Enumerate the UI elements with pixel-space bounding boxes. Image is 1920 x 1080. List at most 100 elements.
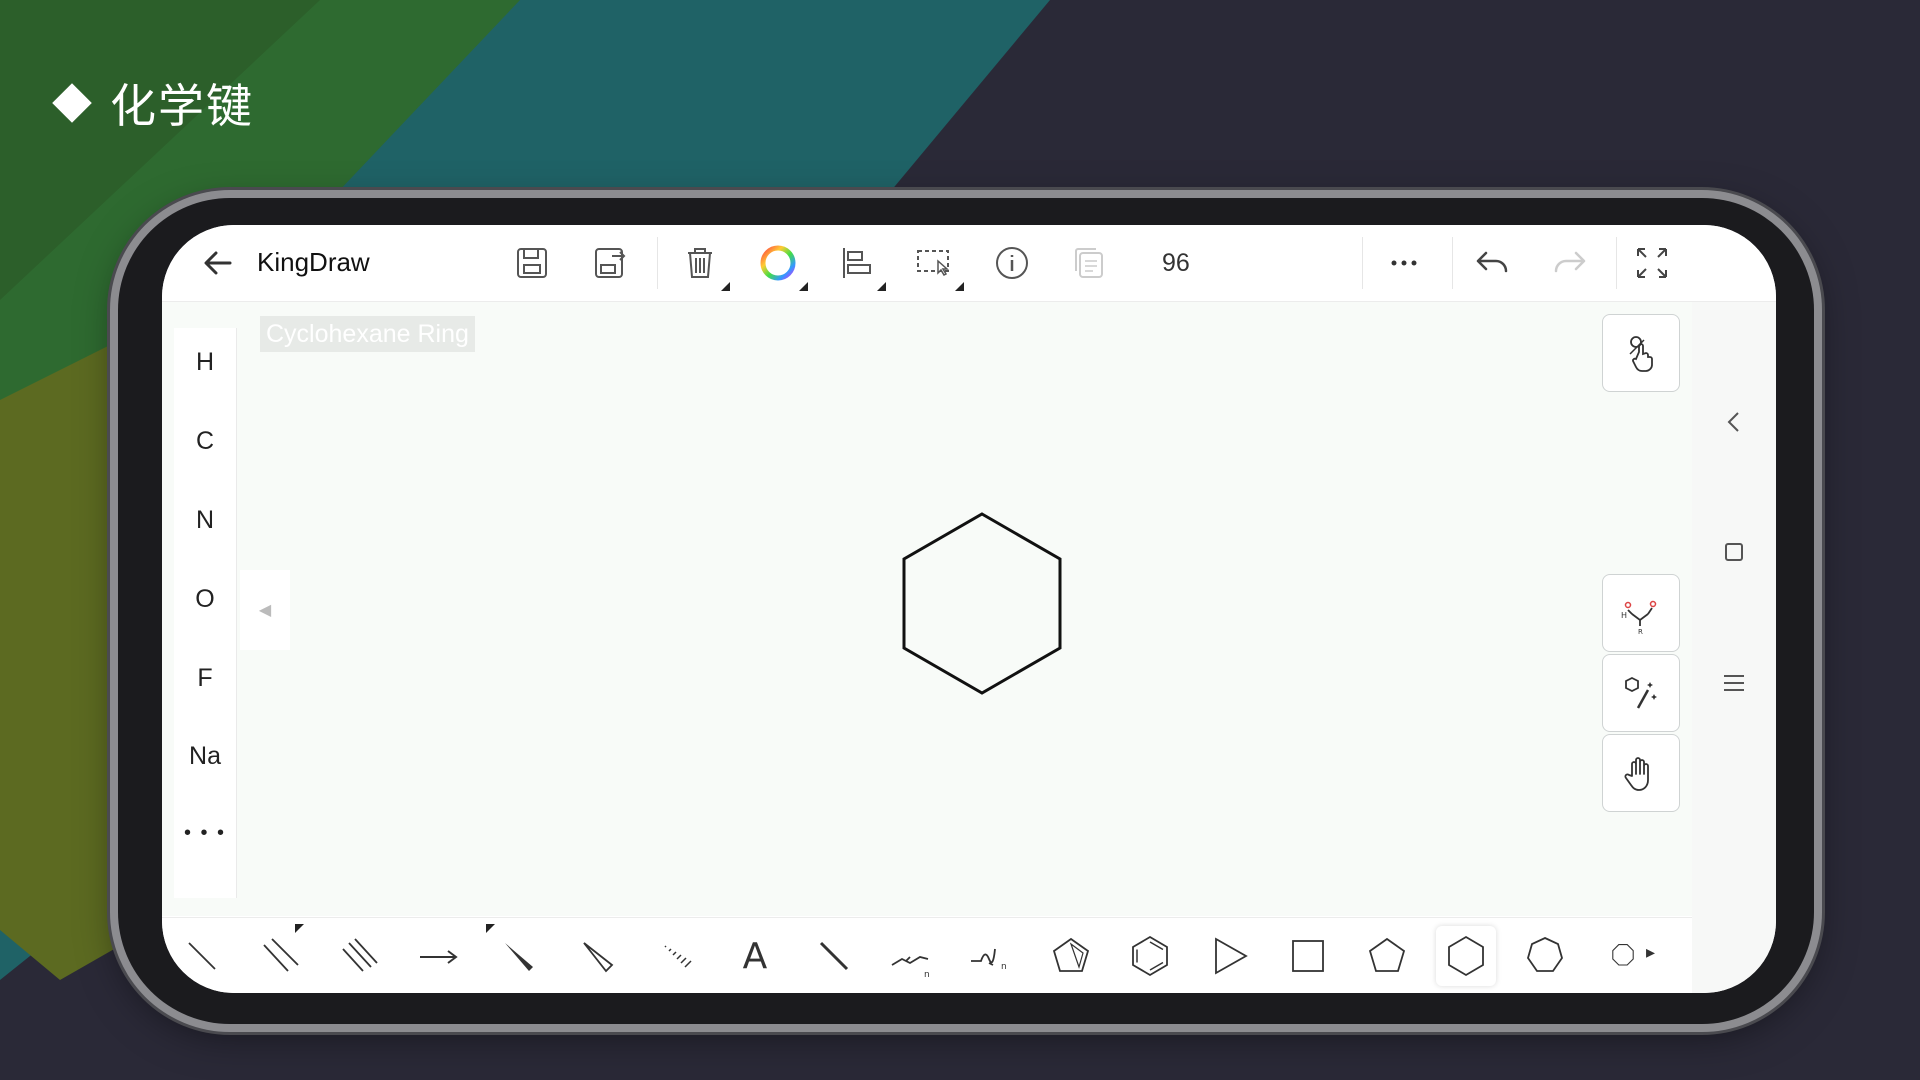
wedge-bond-tool[interactable]: [486, 924, 548, 986]
double-bond-tool[interactable]: [251, 924, 311, 986]
save-as-button[interactable]: [586, 239, 634, 287]
trash-icon: [688, 248, 712, 278]
square-ring-icon: [1292, 940, 1324, 972]
scroll-tools-right-button[interactable]: ▸: [1646, 942, 1655, 963]
hollow-wedge-icon: [583, 942, 614, 973]
element-Na[interactable]: Na: [174, 742, 236, 771]
functional-group-button[interactable]: HR: [1602, 574, 1680, 652]
select-button[interactable]: [910, 239, 964, 291]
svg-text:n: n: [924, 970, 930, 980]
slide-title-text: 化学键: [110, 79, 254, 133]
back-button[interactable]: [194, 239, 242, 287]
element-F[interactable]: F: [174, 664, 236, 693]
navigation-strip: [1692, 302, 1776, 993]
toolbar-divider: [1362, 237, 1363, 289]
cyclohexane-structure[interactable]: [862, 478, 1102, 718]
cycloheptane-tool[interactable]: [1515, 926, 1575, 986]
text-tool[interactable]: A: [725, 926, 785, 986]
copy-button[interactable]: [1066, 239, 1114, 287]
element-C[interactable]: C: [174, 427, 236, 456]
dropdown-corner-icon: [721, 282, 730, 291]
element-O[interactable]: O: [174, 585, 236, 614]
touch-gesture-icon: [1629, 336, 1653, 372]
dropdown-corner-icon: [295, 924, 304, 933]
arrow-tool[interactable]: [409, 926, 469, 986]
delete-button[interactable]: [676, 239, 730, 291]
fullscreen-button[interactable]: [1628, 239, 1676, 287]
chevron-left-icon: [1727, 412, 1739, 432]
undo-button[interactable]: [1468, 239, 1516, 287]
pan-tool-button[interactable]: [1602, 734, 1680, 812]
color-ring-icon: [760, 245, 796, 281]
chain-icon: n: [891, 956, 930, 980]
cyclooctane-tool[interactable]: [1594, 926, 1638, 986]
bond-tool-palette: A n n ▸: [162, 917, 1692, 993]
triple-bond-tool[interactable]: [330, 926, 390, 986]
single-bond-tool[interactable]: [172, 926, 232, 986]
benzene-icon: [1132, 935, 1168, 977]
dropdown-corner-icon: [799, 282, 808, 291]
element-N[interactable]: N: [174, 506, 236, 535]
save-icon: [517, 248, 547, 278]
info-button[interactable]: [988, 239, 1036, 287]
app-title: KingDraw: [257, 247, 370, 277]
save-as-icon: [595, 248, 626, 278]
cyclohexane-tool[interactable]: [1436, 926, 1496, 986]
undo-icon: [1476, 251, 1508, 273]
double-bond-icon: [263, 938, 299, 972]
heptagon-ring-icon: [1527, 937, 1563, 972]
cyclopentadiene-tool[interactable]: [1041, 926, 1101, 986]
more-button[interactable]: [1380, 239, 1428, 287]
magic-structure-button[interactable]: [1602, 654, 1680, 732]
dropdown-corner-icon: [877, 282, 886, 291]
cyclopentadiene-icon: [1052, 937, 1090, 972]
bold-bond-tool[interactable]: [804, 926, 864, 986]
more-dots-icon: [1391, 260, 1417, 266]
wedge-bond-icon: [505, 943, 533, 971]
app-screen: KingDraw 96 H C N O F Na • • • ◀ Cyclohe…: [162, 225, 1776, 993]
hexagon-ring-icon: [1448, 935, 1484, 977]
phone-button-top: [476, 191, 604, 197]
element-panel: H C N O F Na • • •: [174, 328, 237, 898]
drawing-canvas[interactable]: H C N O F Na • • • ◀ Cyclohexane Ring HR: [162, 302, 1776, 916]
back-arrow-icon: [204, 251, 232, 275]
bold-bond-icon: [819, 941, 849, 971]
nav-back-button[interactable]: [1714, 402, 1754, 442]
dropdown-corner-icon: [955, 282, 964, 291]
redo-button[interactable]: [1546, 239, 1594, 287]
cyclopropane-tool[interactable]: [1199, 926, 1259, 986]
arrow-right-icon: [420, 950, 458, 964]
more-elements-button[interactable]: • • •: [174, 822, 236, 845]
save-button[interactable]: [508, 239, 556, 287]
benzene-tool[interactable]: [1120, 926, 1180, 986]
wavy-chain-icon: n: [971, 948, 1007, 972]
square-icon: [1725, 543, 1743, 561]
triangle-left-icon: ◀: [258, 602, 272, 619]
nav-home-button[interactable]: [1714, 532, 1754, 572]
copy-icon: [1075, 248, 1103, 278]
lasso-select-icon: [917, 250, 949, 276]
toolbar-divider: [657, 237, 658, 289]
chain-tool[interactable]: n: [883, 926, 943, 986]
color-picker-button[interactable]: [754, 239, 808, 291]
nav-menu-button[interactable]: [1714, 663, 1754, 703]
hollow-wedge-tool[interactable]: [567, 926, 627, 986]
align-button[interactable]: [832, 239, 886, 291]
dropdown-corner-icon: [486, 924, 495, 933]
triple-bond-icon: [342, 938, 378, 972]
pentagon-ring-icon: [1368, 937, 1406, 972]
collapse-panel-button[interactable]: ◀: [240, 570, 290, 650]
wavy-chain-tool[interactable]: n: [962, 926, 1022, 986]
cyclopentane-tool[interactable]: [1357, 926, 1417, 986]
toolbar-divider: [1616, 237, 1617, 289]
hashed-wedge-icon: [664, 945, 692, 968]
element-H[interactable]: H: [174, 348, 236, 377]
gesture-mode-button[interactable]: [1602, 314, 1680, 392]
octagon-ring-icon: [1612, 944, 1634, 966]
top-toolbar: KingDraw 96: [162, 225, 1776, 302]
cyclobutane-tool[interactable]: [1278, 926, 1338, 986]
hashed-wedge-tool[interactable]: [646, 926, 706, 986]
info-icon: [996, 247, 1028, 279]
expand-icon: [1637, 248, 1667, 278]
single-bond-icon: [188, 942, 216, 970]
